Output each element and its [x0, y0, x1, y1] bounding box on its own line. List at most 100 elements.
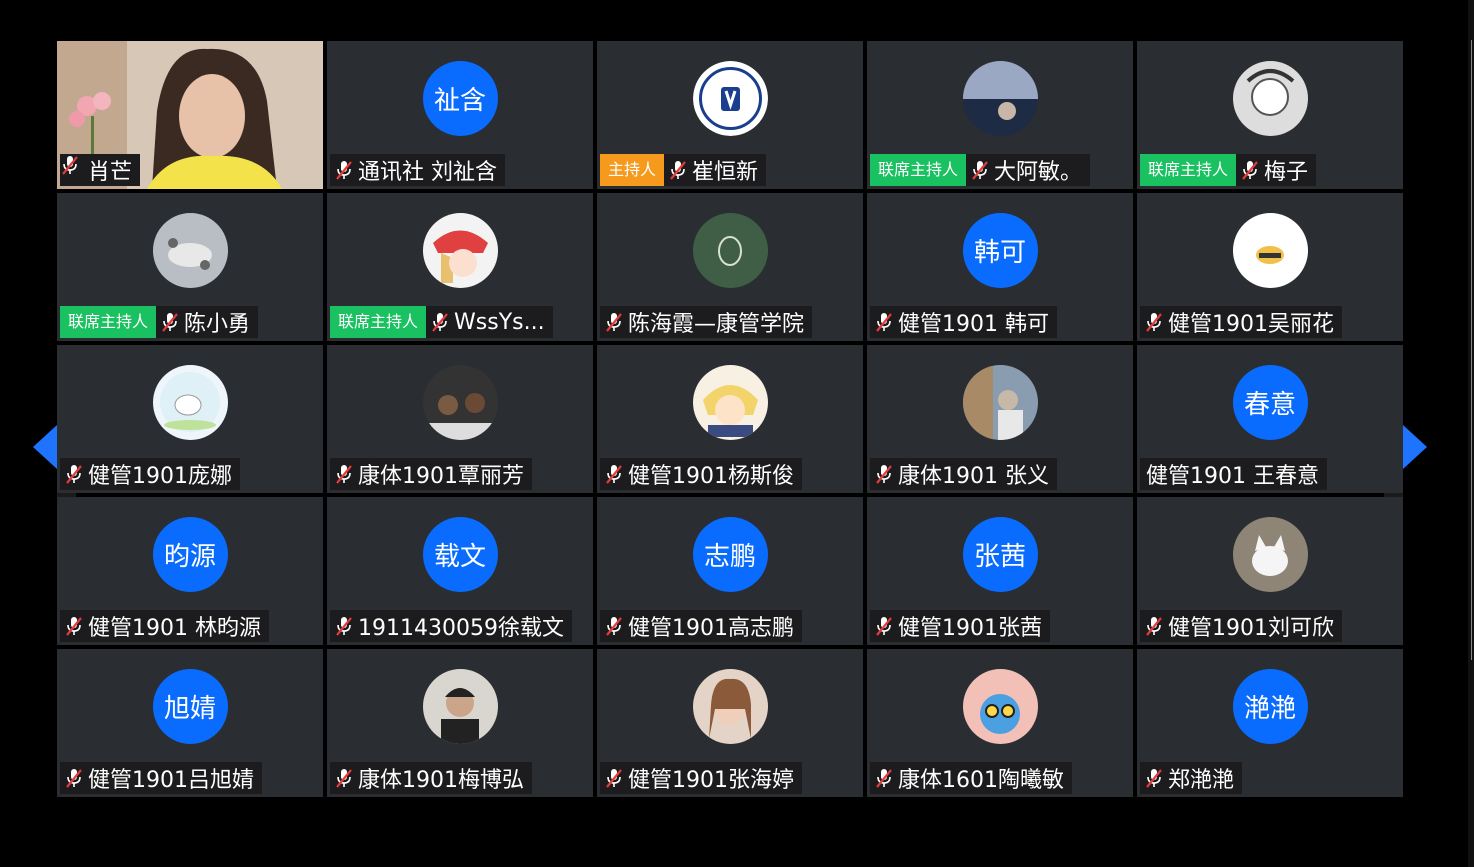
avatar: 志鹏	[692, 517, 768, 592]
participant-tile[interactable]: 春意健管1901 王春意	[1137, 345, 1403, 493]
name-bar: 康体1901 张义	[870, 458, 1057, 490]
avatar: 载文	[422, 517, 498, 592]
participant-label: 健管1901刘可欣	[1140, 610, 1342, 642]
mic-off-icon	[668, 159, 688, 181]
participant-label: 健管1901高志鹏	[600, 610, 802, 642]
mic-off-icon	[604, 767, 624, 789]
name-bar: 健管1901高志鹏	[600, 610, 802, 642]
participant-tile[interactable]: 主持人 崔恒新	[597, 41, 863, 189]
participant-name: 康体1901覃丽芳	[358, 464, 524, 489]
name-bar: 联席主持人 梅子	[1140, 154, 1317, 186]
participant-tile[interactable]: 康体1901覃丽芳	[327, 345, 593, 493]
participant-name: 崔恒新	[692, 160, 759, 185]
name-bar: 健管1901 王春意	[1140, 458, 1327, 490]
avatar	[692, 669, 768, 744]
participant-name: 肖芒	[88, 160, 133, 185]
participant-label: 健管1901张茜	[870, 610, 1050, 642]
participant-tile[interactable]: 载文 1911430059徐载文	[327, 497, 593, 645]
participant-name: WssYs...	[454, 309, 545, 335]
participant-tile[interactable]: 志鹏健管1901高志鹏	[597, 497, 863, 645]
participant-label: 大阿敏。	[966, 154, 1091, 186]
mic-off-icon	[1144, 615, 1164, 637]
name-bar: 健管1901 林昀源	[60, 610, 269, 642]
participant-name: 通讯社 刘祉含	[358, 160, 497, 185]
avatar	[1232, 213, 1308, 288]
participant-tile[interactable]: 陈海霞—康管学院	[597, 193, 863, 341]
participant-tile[interactable]: 旭婧健管1901吕旭婧	[57, 649, 323, 797]
avatar: 旭婧	[152, 669, 228, 744]
participant-label: 康体1901梅博弘	[330, 762, 532, 794]
mic-off-icon	[160, 311, 180, 333]
avatar: 昀源	[152, 517, 228, 592]
mic-off-icon	[1144, 767, 1164, 789]
participant-label: 陈小勇	[156, 306, 259, 338]
participant-label: 康体1601陶曦敏	[870, 762, 1072, 794]
chevron-left-icon[interactable]	[33, 425, 57, 469]
name-bar: 健管1901吕旭婧	[60, 762, 262, 794]
participant-grid: 肖芒 祉含 通讯社 刘祉含 主持人 崔恒新 联席主持人 大阿敏。 联席主持人 梅子 联席主持人 陈小…	[57, 41, 1403, 797]
participant-tile[interactable]: 滟滟 郑滟滟	[1137, 649, 1403, 797]
participant-tile[interactable]: 联席主持人 WssYs...	[327, 193, 593, 341]
name-bar: 健管1901 韩可	[870, 306, 1057, 338]
participant-name: 健管1901吴丽花	[1168, 312, 1334, 337]
avatar: 春意	[1232, 365, 1308, 440]
mic-off-icon	[874, 463, 894, 485]
participant-name: 健管1901高志鹏	[628, 616, 794, 641]
name-bar: 1911430059徐载文	[330, 610, 572, 642]
participant-name: 郑滟滟	[1168, 768, 1235, 793]
name-bar: 郑滟滟	[1140, 762, 1243, 794]
participant-name: 大阿敏。	[994, 160, 1083, 185]
participant-tile[interactable]: 联席主持人 大阿敏。	[867, 41, 1133, 189]
participant-label: 健管1901吴丽花	[1140, 306, 1342, 338]
participant-name: 1911430059徐载文	[358, 616, 564, 641]
mic-off-icon	[1240, 159, 1260, 181]
participant-label: 康体1901 张义	[870, 458, 1057, 490]
participant-tile[interactable]: 张茜 健管1901张茜	[867, 497, 1133, 645]
participant-tile[interactable]: 昀源健管1901 林昀源	[57, 497, 323, 645]
avatar: 祉含	[422, 61, 498, 136]
participant-tile[interactable]: 康体1901 张义	[867, 345, 1133, 493]
participant-tile[interactable]: 联席主持人 梅子	[1137, 41, 1403, 189]
mic-off-icon	[874, 615, 894, 637]
avatar	[152, 213, 228, 288]
avatar	[962, 365, 1038, 440]
mic-off-icon	[64, 463, 84, 485]
mic-off-icon	[604, 463, 624, 485]
chevron-right-icon[interactable]	[1403, 425, 1427, 469]
avatar	[152, 365, 228, 440]
name-bar: 康体1901覃丽芳	[330, 458, 532, 490]
participant-tile[interactable]: 康体1901梅博弘	[327, 649, 593, 797]
participant-label: 肖芒	[60, 154, 141, 186]
participant-name: 健管1901吕旭婧	[88, 768, 254, 793]
participant-tile[interactable]: 健管1901吴丽花	[1137, 193, 1403, 341]
name-bar: 陈海霞—康管学院	[600, 306, 813, 338]
name-bar: 联席主持人 陈小勇	[60, 306, 259, 338]
participant-tile[interactable]: 健管1901刘可欣	[1137, 497, 1403, 645]
mic-off-icon	[64, 767, 84, 789]
participant-tile[interactable]: 健管1901庞娜	[57, 345, 323, 493]
avatar	[422, 669, 498, 744]
mic-off-icon	[334, 463, 354, 485]
participant-tile[interactable]: 联席主持人 陈小勇	[57, 193, 323, 341]
participant-tile[interactable]: 康体1601陶曦敏	[867, 649, 1133, 797]
avatar	[692, 365, 768, 440]
participant-tile[interactable]: 韩可 健管1901 韩可	[867, 193, 1133, 341]
participant-name: 健管1901张海婷	[628, 768, 794, 793]
participant-tile[interactable]: 祉含通讯社 刘祉含	[327, 41, 593, 189]
participant-tile[interactable]: 健管1901张海婷	[597, 649, 863, 797]
participant-tile[interactable]: 肖芒	[57, 41, 323, 189]
name-bar: 健管1901杨斯俊	[600, 458, 802, 490]
name-bar: 健管1901庞娜	[60, 458, 240, 490]
participant-label: 健管1901张海婷	[600, 762, 802, 794]
participant-label: 健管1901 林昀源	[60, 610, 269, 642]
window-edge	[1468, 0, 1474, 867]
avatar	[962, 669, 1038, 744]
participant-name: 梅子	[1264, 160, 1309, 185]
name-bar: 健管1901张海婷	[600, 762, 802, 794]
participant-tile[interactable]: 健管1901杨斯俊	[597, 345, 863, 493]
participant-name: 陈海霞—康管学院	[628, 312, 805, 337]
mic-off-icon	[62, 156, 84, 181]
participant-name: 陈小勇	[184, 312, 251, 337]
role-badge: 联席主持人	[870, 154, 967, 186]
participant-label: 陈海霞—康管学院	[600, 306, 813, 338]
